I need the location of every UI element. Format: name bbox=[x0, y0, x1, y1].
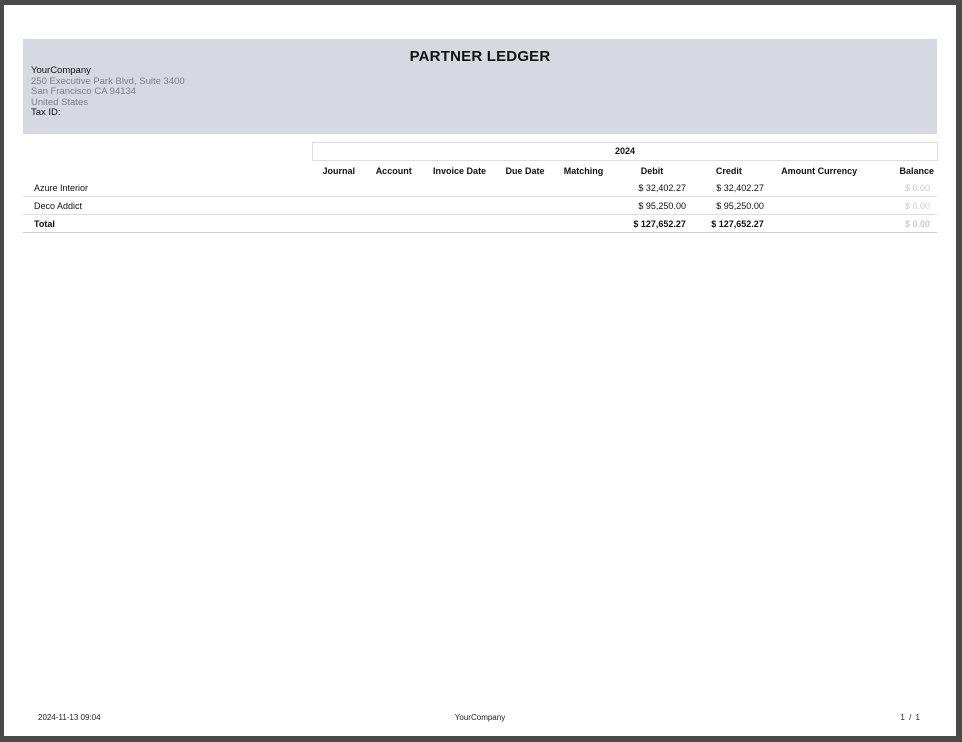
partner-row[interactable]: Deco Addict $ 95,250.00 $ 95,250.00 $ 0.… bbox=[23, 196, 937, 215]
balance-cell: $ 0.00 bbox=[870, 179, 937, 197]
matching-cell bbox=[553, 214, 614, 233]
partner-row[interactable]: Azure Interior $ 32,402.27 $ 32,402.27 $… bbox=[23, 179, 937, 197]
journal-cell bbox=[312, 179, 366, 197]
credit-cell: $ 95,250.00 bbox=[689, 196, 768, 215]
period-header: 2024 bbox=[312, 142, 938, 161]
partner-name[interactable]: Azure Interior bbox=[23, 179, 313, 197]
tax-id-label: Tax ID: bbox=[31, 107, 61, 118]
invoice-date-column-header: Invoice Date bbox=[433, 165, 487, 176]
total-credit: $ 127,652.27 bbox=[689, 214, 768, 233]
account-cell bbox=[365, 214, 423, 233]
total-row: Total $ 127,652.27 $ 127,652.27 $ 0.00 bbox=[23, 214, 937, 233]
report-page: PARTNER LEDGER YourCompany 250 Executive… bbox=[4, 5, 956, 736]
amount-currency-cell bbox=[767, 196, 871, 215]
credit-column-header: Credit bbox=[715, 165, 742, 176]
matching-cell bbox=[553, 179, 614, 197]
invoice-date-cell bbox=[422, 196, 497, 215]
invoice-date-cell bbox=[422, 179, 497, 197]
company-address-line: San Francisco CA 94134 bbox=[31, 86, 137, 97]
partner-column-header bbox=[23, 162, 312, 179]
partner-name[interactable]: Deco Addict bbox=[23, 196, 313, 215]
journal-column-header: Journal bbox=[322, 165, 356, 176]
due-date-cell bbox=[497, 179, 554, 197]
amount-currency-cell bbox=[767, 214, 871, 233]
total-balance: $ 0.00 bbox=[870, 214, 937, 233]
due-date-cell bbox=[497, 196, 554, 215]
total-debit: $ 127,652.27 bbox=[613, 214, 690, 233]
debit-column-header: Debit bbox=[640, 165, 664, 176]
journal-cell bbox=[312, 214, 366, 233]
footer-company: YourCompany bbox=[454, 713, 506, 722]
account-column-header: Account bbox=[375, 165, 412, 176]
journal-cell bbox=[312, 196, 366, 215]
matching-cell bbox=[553, 196, 614, 215]
balance-cell: $ 0.00 bbox=[870, 196, 937, 215]
balance-column-header: Balance bbox=[899, 165, 934, 176]
invoice-date-cell bbox=[422, 214, 497, 233]
matching-column-header: Matching bbox=[563, 165, 604, 176]
company-address-block: YourCompany 250 Executive Park Blvd, Sui… bbox=[31, 65, 185, 119]
due-date-cell bbox=[497, 214, 554, 233]
account-cell bbox=[365, 179, 423, 197]
amount-currency-column-header: Amount Currency bbox=[781, 165, 858, 176]
total-label: Total bbox=[23, 214, 313, 233]
debit-cell: $ 95,250.00 bbox=[613, 196, 690, 215]
ledger-table: Journal Account Invoice Date Due Date Ma… bbox=[23, 162, 937, 233]
report-header: PARTNER LEDGER YourCompany 250 Executive… bbox=[23, 39, 937, 134]
column-header-row: Journal Account Invoice Date Due Date Ma… bbox=[23, 162, 937, 179]
company-name: YourCompany bbox=[31, 65, 91, 76]
due-date-column-header: Due Date bbox=[505, 165, 545, 176]
report-title: PARTNER LEDGER bbox=[409, 48, 551, 65]
account-cell bbox=[365, 196, 423, 215]
credit-cell: $ 32,402.27 bbox=[689, 179, 768, 197]
amount-currency-cell bbox=[767, 179, 871, 197]
page-number: 1 / 1 bbox=[900, 713, 921, 722]
debit-cell: $ 32,402.27 bbox=[613, 179, 690, 197]
